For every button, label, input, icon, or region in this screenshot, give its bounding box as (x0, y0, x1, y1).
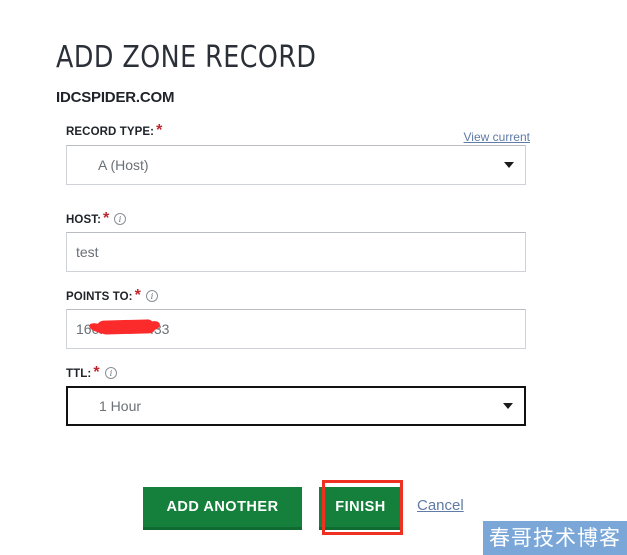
ttl-label: TTL: * i (66, 364, 117, 382)
info-icon[interactable]: i (104, 367, 117, 379)
ttl-value: 1 Hour (99, 398, 142, 414)
required-asterisk: * (103, 210, 110, 227)
finish-button[interactable]: FINISH (319, 487, 402, 530)
redaction-scribble (96, 319, 155, 334)
record-type-select[interactable]: A (Host) (66, 145, 526, 185)
info-icon[interactable]: i (114, 213, 127, 225)
svg-text:i: i (109, 369, 112, 378)
svg-text:i: i (151, 292, 154, 301)
host-label: HOST: * i (66, 210, 127, 228)
points-to-label-text: POINTS TO: (66, 291, 133, 303)
info-icon[interactable]: i (145, 290, 158, 302)
add-another-button[interactable]: ADD ANOTHER (143, 487, 302, 530)
host-value: test (76, 244, 99, 260)
record-type-label-text: RECORD TYPE: (66, 126, 155, 138)
required-asterisk: * (156, 122, 163, 139)
record-type-value: A (Host) (98, 157, 149, 173)
view-current-link[interactable]: View current (464, 130, 530, 144)
page-title: ADD ZONE RECORD (56, 40, 317, 76)
ttl-select[interactable]: 1 Hour (66, 386, 526, 426)
host-label-text: HOST: (66, 214, 101, 226)
add-zone-record-page: ADD ZONE RECORD IDCSPIDER.COM RECORD TYP… (0, 0, 627, 555)
domain-name: IDCSPIDER.COM (56, 89, 175, 106)
required-asterisk: * (93, 364, 100, 381)
points-to-label: POINTS TO: * i (66, 287, 158, 305)
record-type-label: RECORD TYPE: * (66, 122, 162, 140)
required-asterisk: * (134, 287, 141, 304)
chevron-down-icon (504, 162, 514, 168)
cancel-link[interactable]: Cancel (417, 497, 464, 514)
host-input[interactable]: test (66, 232, 526, 272)
watermark: 春哥技术博客 (483, 521, 627, 555)
svg-text:i: i (119, 215, 122, 224)
chevron-down-icon (503, 403, 513, 409)
ttl-label-text: TTL: (66, 368, 92, 380)
